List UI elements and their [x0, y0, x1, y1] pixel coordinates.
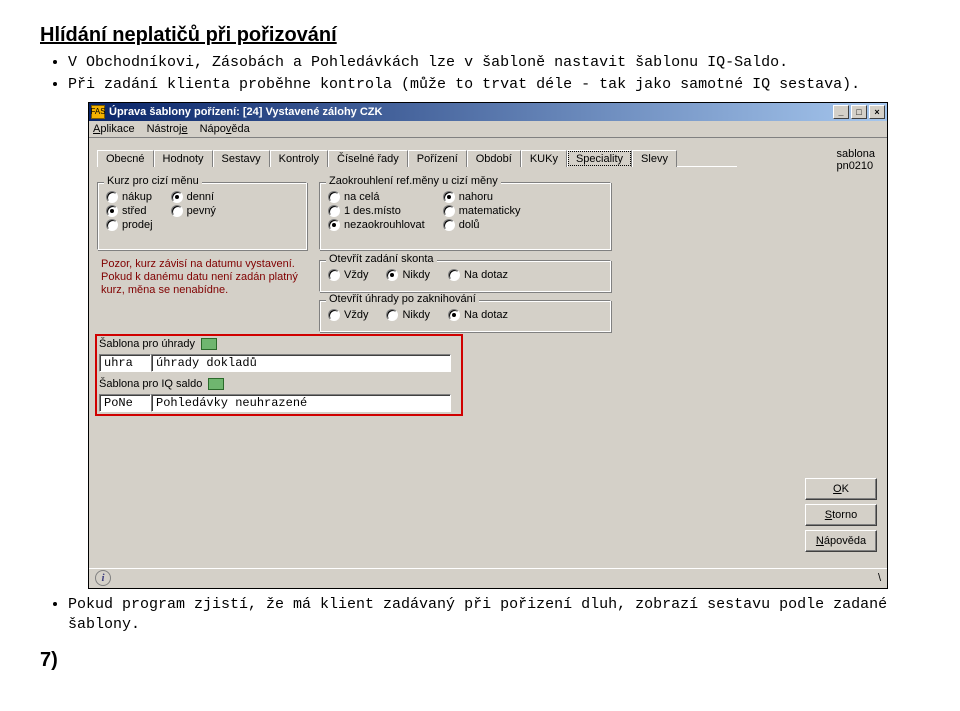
group-zaokrouhleni: Zaokrouhlení ref.měny u cizí měny na cel…	[319, 182, 611, 250]
tab-hodnoty[interactable]: Hodnoty	[154, 150, 213, 167]
radio-skonto-nikdy[interactable]: Nikdy	[386, 269, 430, 281]
sablona-info: sablona pn0210	[836, 148, 875, 172]
group-kurz-title: Kurz pro cizí měnu	[104, 175, 202, 187]
napoveda-button[interactable]: Nápověda	[805, 530, 877, 552]
sablona-iq-label: Šablona pro IQ saldo	[99, 378, 202, 390]
radio-pevny[interactable]: pevný	[171, 205, 216, 217]
app-icon: FAS	[91, 105, 105, 119]
radio-uhrady-nikdy[interactable]: Nikdy	[386, 309, 430, 321]
group-kurz: Kurz pro cizí měnu nákup střed prodej de…	[97, 182, 307, 250]
radio-nahoru[interactable]: nahoru	[443, 191, 521, 203]
radio-uhrady-nadotaz[interactable]: Na dotaz	[448, 309, 508, 321]
group-skonto-title: Otevřít zadání skonta	[326, 253, 437, 265]
radio-nakup[interactable]: nákup	[106, 191, 153, 203]
radio-skonto-vzdy[interactable]: Vždy	[328, 269, 368, 281]
sablona-uhrady-label: Šablona pro úhrady	[99, 338, 195, 350]
titlebar: FAS Úprava šablony pořízení: [24] Vystav…	[89, 103, 887, 121]
bullet-list-bottom: Pokud program zjistí, že má klient zadáv…	[40, 595, 920, 636]
radio-na-cela[interactable]: na celá	[328, 191, 425, 203]
sablona-iq-desc[interactable]: Pohledávky neuhrazené	[151, 394, 451, 412]
bullet-3: Pokud program zjistí, že má klient zadáv…	[68, 595, 920, 636]
sablona-label: sablona	[836, 148, 875, 160]
group-uhrady-title: Otevřít úhrady po zaknihování	[326, 293, 479, 305]
warning-text: Pozor, kurz závisí na datumu vystavení. …	[101, 258, 301, 298]
tab-porizeni[interactable]: Pořízení	[408, 150, 467, 167]
ok-button[interactable]: OK	[805, 478, 877, 500]
minimize-button[interactable]: _	[833, 105, 849, 119]
radio-nezaokr[interactable]: nezaokrouhlovat	[328, 219, 425, 231]
group-zaokrouhleni-title: Zaokrouhlení ref.měny u cizí měny	[326, 175, 501, 187]
row-sablona-iq-label: Šablona pro IQ saldo	[99, 378, 224, 390]
sablona-value: pn0210	[836, 160, 875, 172]
doc-title: Hlídání neplatičů při pořizování	[40, 24, 920, 47]
group-uhrady: Otevřít úhrady po zaknihování Vždy Nikdy…	[319, 300, 611, 332]
window-title: Úprava šablony pořízení: [24] Vystavené …	[109, 106, 382, 118]
sablona-uhrady-code[interactable]: uhra	[99, 354, 151, 372]
folder-icon[interactable]	[201, 338, 217, 350]
radio-1des[interactable]: 1 des.místo	[328, 205, 425, 217]
app-window: FAS Úprava šablony pořízení: [24] Vystav…	[88, 102, 888, 589]
tab-ciselne-rady[interactable]: Číselné řady	[328, 150, 408, 167]
maximize-button[interactable]: □	[851, 105, 867, 119]
tab-slevy[interactable]: Slevy	[632, 150, 677, 167]
tab-sestavy[interactable]: Sestavy	[213, 150, 270, 167]
button-column: OK Storno Nápověda	[805, 478, 877, 552]
sablona-iq-code[interactable]: PoNe	[99, 394, 151, 412]
section-number-7: 7)	[40, 649, 920, 672]
menubar: Aplikace Nástroje Nápověda	[89, 121, 887, 138]
info-icon[interactable]: i	[95, 570, 111, 586]
close-button[interactable]: ×	[869, 105, 885, 119]
status-slash: \	[878, 572, 881, 584]
tab-speciality[interactable]: Speciality	[567, 150, 632, 167]
menu-napoveda[interactable]: Nápověda	[200, 123, 250, 135]
radio-dolu[interactable]: dolů	[443, 219, 521, 231]
radio-stred[interactable]: střed	[106, 205, 153, 217]
statusbar: i \	[89, 568, 887, 588]
radio-matem[interactable]: matematicky	[443, 205, 521, 217]
radio-denni[interactable]: denní	[171, 191, 216, 203]
radio-uhrady-vzdy[interactable]: Vždy	[328, 309, 368, 321]
bullet-2: Při zadání klienta proběhne kontrola (mů…	[68, 75, 920, 95]
folder-icon[interactable]	[208, 378, 224, 390]
client-area: sablona pn0210 Obecné Hodnoty Sestavy Ko…	[89, 138, 887, 588]
menu-nastroje[interactable]: Nástroje	[147, 123, 188, 135]
bullet-list-top: V Obchodníkovi, Zásobách a Pohledávkách …	[40, 53, 920, 96]
radio-skonto-nadotaz[interactable]: Na dotaz	[448, 269, 508, 281]
storno-button[interactable]: Storno	[805, 504, 877, 526]
tab-kontroly[interactable]: Kontroly	[270, 150, 328, 167]
row-sablona-uhrady-label: Šablona pro úhrady	[99, 338, 217, 350]
radio-prodej[interactable]: prodej	[106, 219, 153, 231]
tab-obdobi[interactable]: Období	[467, 150, 521, 167]
tab-kuky[interactable]: KUKy	[521, 150, 567, 167]
sablona-uhrady-desc[interactable]: úhrady dokladů	[151, 354, 451, 372]
tab-obecne[interactable]: Obecné	[97, 150, 154, 167]
menu-aplikace[interactable]: Aplikace	[93, 123, 135, 135]
tabs: Obecné Hodnoty Sestavy Kontroly Číselné …	[97, 150, 879, 167]
bullet-1: V Obchodníkovi, Zásobách a Pohledávkách …	[68, 53, 920, 73]
group-skonto: Otevřít zadání skonta Vždy Nikdy Na dota…	[319, 260, 611, 292]
